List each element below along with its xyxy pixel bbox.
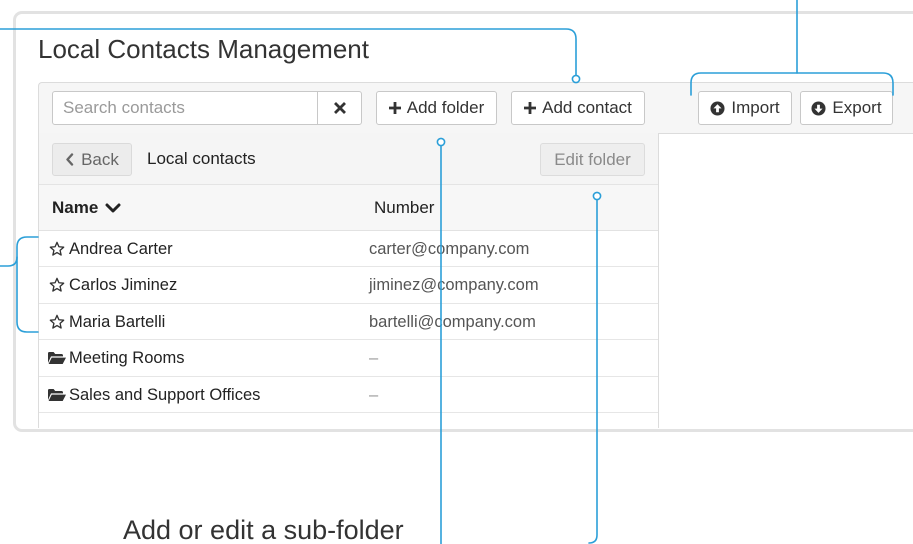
export-label: Export <box>832 98 882 117</box>
folder-number: – <box>369 385 379 404</box>
plus-icon <box>524 102 537 114</box>
plus-icon <box>388 102 401 114</box>
folder-name: Sales and Support Offices <box>69 385 261 404</box>
edit-folder-button[interactable]: Edit folder <box>540 143 645 176</box>
add-folder-label: Add folder <box>406 98 485 117</box>
contact-number: bartelli@company.com <box>369 312 536 331</box>
page-title: Local Contacts Management <box>38 34 369 64</box>
add-contact-label: Add contact <box>542 98 632 117</box>
contact-number: carter@company.com <box>369 240 530 258</box>
column-header-name[interactable]: Name <box>52 198 121 218</box>
star-outline-icon <box>48 276 66 294</box>
contact-name: Maria Bartelli <box>69 312 166 331</box>
column-header-number[interactable]: Number <box>374 198 434 218</box>
contact-name: Carlos Jiminez <box>69 276 178 295</box>
table-body: Andrea Carter carter@company.com Carlos … <box>39 231 658 413</box>
star-outline-icon <box>48 240 66 258</box>
subfolder-callout-label: Add or edit a sub-folder <box>123 515 404 544</box>
page: Local Contacts Management Add folder Add… <box>0 0 913 544</box>
folder-bar: Back Local contacts Edit folder <box>39 133 658 185</box>
times-icon <box>333 102 346 114</box>
folder-open-icon <box>48 349 66 367</box>
contacts-list: Back Local contacts Edit folder Name Num… <box>38 133 659 428</box>
table-header: Name Number <box>39 185 658 231</box>
chevron-down-icon <box>105 202 121 214</box>
chevron-left-icon <box>65 153 74 166</box>
clear-search-button[interactable] <box>317 91 362 125</box>
column-header-name-label: Name <box>52 198 99 217</box>
export-button[interactable]: Export <box>800 91 893 125</box>
import-button[interactable]: Import <box>698 91 792 125</box>
folder-number: – <box>369 349 379 368</box>
import-label: Import <box>731 98 780 117</box>
back-button[interactable]: Back <box>52 143 132 176</box>
arrow-circle-up-icon <box>710 100 725 116</box>
folder-name: Meeting Rooms <box>69 349 185 368</box>
contact-number: jiminez@company.com <box>369 276 539 295</box>
back-label: Back <box>81 149 119 169</box>
current-folder-name: Local contacts <box>147 149 256 168</box>
table-row[interactable]: Andrea Carter carter@company.com <box>39 231 658 268</box>
table-row[interactable]: Sales and Support Offices – <box>39 376 658 413</box>
folder-open-icon <box>48 386 66 404</box>
table-row[interactable]: Carlos Jiminez jiminez@company.com <box>39 267 658 304</box>
table-row[interactable]: Maria Bartelli bartelli@company.com <box>39 303 658 341</box>
search-input[interactable] <box>52 91 318 125</box>
add-contact-button[interactable]: Add contact <box>511 91 645 125</box>
star-outline-icon <box>48 313 66 331</box>
contact-name: Andrea Carter <box>69 240 173 258</box>
edit-folder-label: Edit folder <box>554 149 631 169</box>
table-row[interactable]: Meeting Rooms – <box>39 340 658 377</box>
arrow-circle-down-icon <box>811 100 826 116</box>
add-folder-button[interactable]: Add folder <box>376 91 497 125</box>
